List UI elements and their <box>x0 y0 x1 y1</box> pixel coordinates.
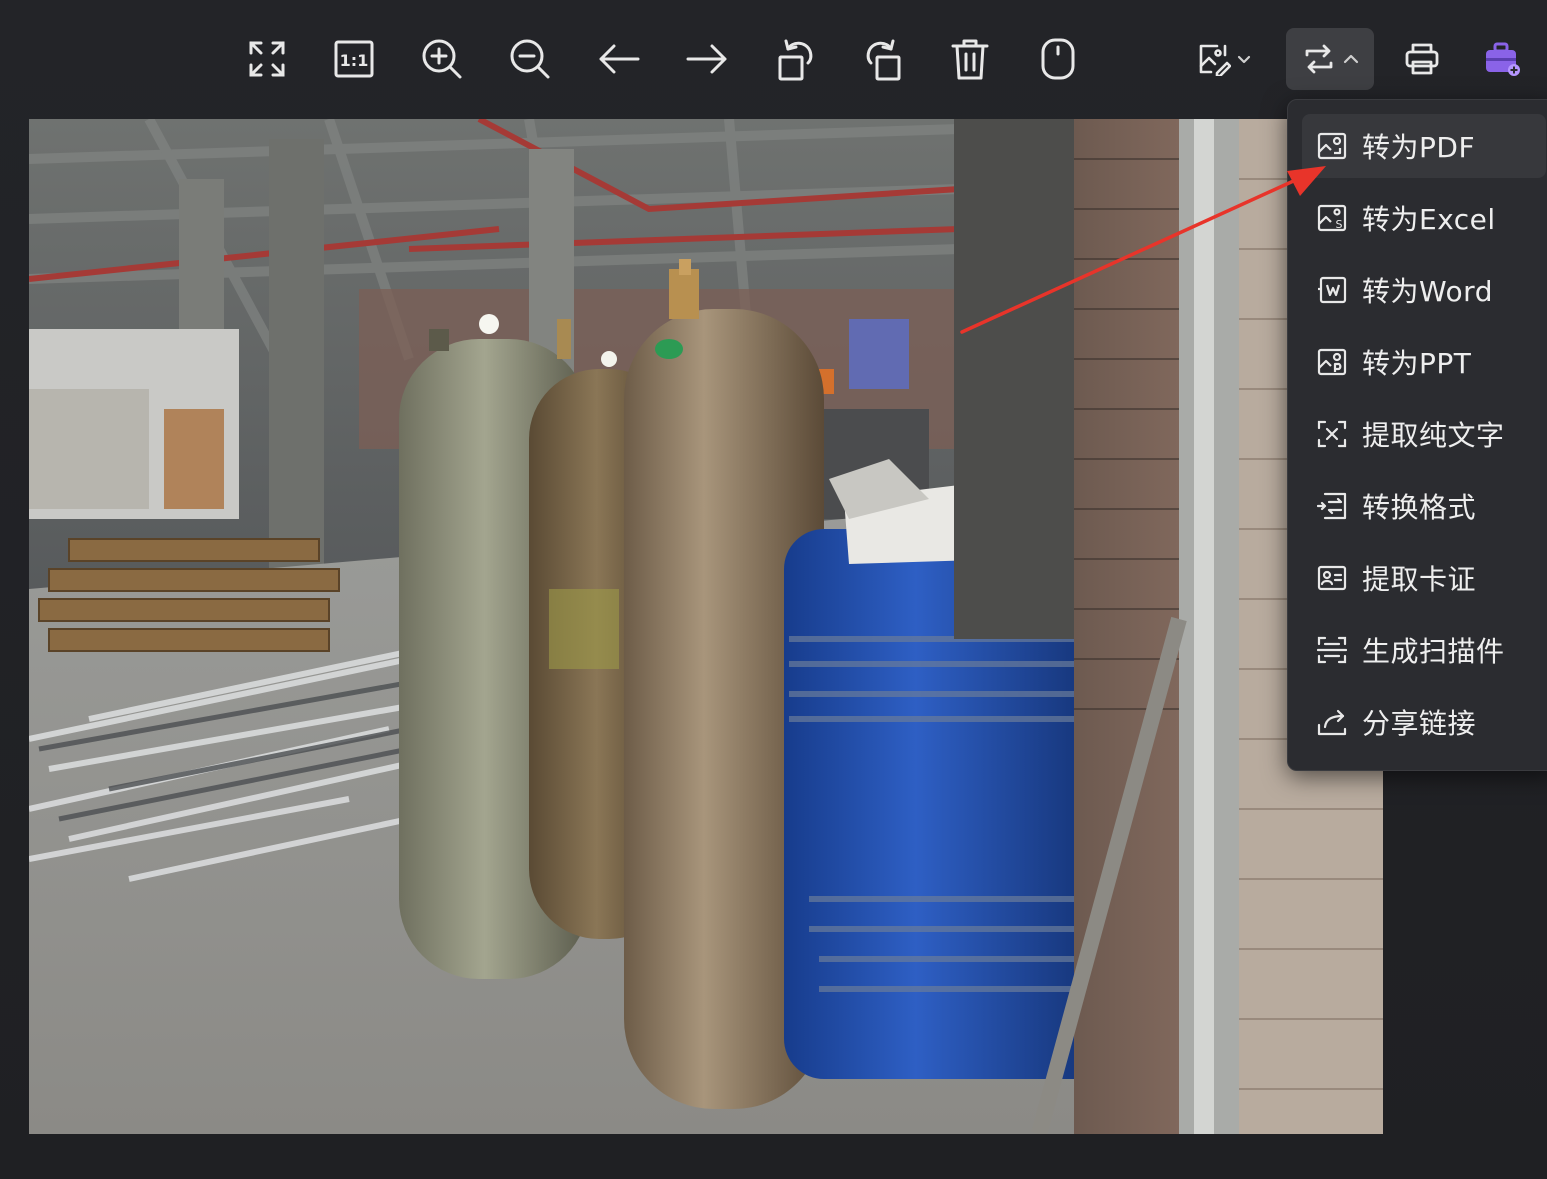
print-button[interactable] <box>1396 32 1448 86</box>
convert-menu: 转为PDF S 转为Excel 转为Word 转为PPT 提取纯文字 转换格式 … <box>1287 99 1547 771</box>
menu-item-label: 转为PDF <box>1362 131 1476 164</box>
zoom-out-button[interactable] <box>504 32 556 86</box>
menu-item-label: 转为PPT <box>1362 347 1472 380</box>
extract-text-icon <box>1316 418 1348 450</box>
previous-arrow-icon <box>599 44 640 74</box>
rotate-right-button[interactable] <box>857 32 909 86</box>
id-card-icon <box>1316 562 1348 594</box>
menu-item-to-excel[interactable]: S 转为Excel <box>1302 186 1546 250</box>
rotate-left-button[interactable] <box>770 32 822 86</box>
warehouse-photo <box>29 119 1383 1134</box>
svg-text:1:1: 1:1 <box>340 51 369 70</box>
menu-item-label: 提取卡证 <box>1362 563 1477 596</box>
mouse-icon <box>1041 38 1075 80</box>
photo-canvas[interactable] <box>29 119 1383 1134</box>
convert-button[interactable] <box>1286 28 1374 90</box>
menu-item-label: 生成扫描件 <box>1362 635 1505 668</box>
excel-image-icon: S <box>1316 202 1348 234</box>
next-arrow-icon <box>686 44 727 74</box>
convert-icon <box>1305 44 1333 74</box>
pdf-image-icon <box>1316 130 1348 162</box>
mouse-mode-button[interactable] <box>1032 32 1084 86</box>
menu-item-generate-scan[interactable]: 生成扫描件 <box>1302 618 1546 682</box>
previous-button[interactable] <box>593 32 645 86</box>
menu-item-to-pdf[interactable]: 转为PDF <box>1302 114 1546 178</box>
zoom-in-button[interactable] <box>416 32 468 86</box>
share-icon <box>1316 706 1348 738</box>
zoom-out-icon <box>510 39 550 79</box>
menu-item-extract-card[interactable]: 提取卡证 <box>1302 546 1546 610</box>
image-edit-button[interactable] <box>1192 32 1256 86</box>
zoom-in-icon <box>422 39 462 79</box>
convert-format-icon <box>1316 490 1348 522</box>
chevron-down-icon <box>1237 55 1251 64</box>
menu-item-to-ppt[interactable]: 转为PPT <box>1302 330 1546 394</box>
ppt-image-icon <box>1316 346 1348 378</box>
menu-item-label: 分享链接 <box>1362 707 1477 740</box>
fullscreen-button[interactable] <box>241 32 293 86</box>
printer-icon <box>1405 43 1439 75</box>
rotate-left-icon <box>778 39 813 81</box>
svg-text:S: S <box>1336 218 1343 231</box>
menu-item-to-word[interactable]: 转为Word <box>1302 258 1546 322</box>
menu-item-label: 转换格式 <box>1362 491 1477 524</box>
next-button[interactable] <box>681 32 733 86</box>
actual-size-button[interactable]: 1:1 <box>328 32 380 86</box>
rotate-right-icon <box>866 39 901 81</box>
fullscreen-icon <box>249 41 285 77</box>
image-edit-icon <box>1199 44 1231 76</box>
actual-size-icon: 1:1 <box>334 40 374 78</box>
delete-button[interactable] <box>944 32 996 86</box>
menu-item-share-link[interactable]: 分享链接 <box>1302 690 1546 754</box>
toolbox-button[interactable] <box>1476 32 1528 86</box>
scan-icon <box>1316 634 1348 666</box>
menu-item-label: 提取纯文字 <box>1362 419 1505 452</box>
menu-item-label: 转为Excel <box>1362 203 1496 236</box>
trash-icon <box>951 39 989 80</box>
toolbox-icon <box>1486 42 1520 76</box>
chevron-up-icon <box>1343 54 1359 64</box>
image-viewer: 1:1 转为PDF S 转为Excel 转为Word 转为PPT 提取纯文字 转… <box>0 0 1547 1179</box>
menu-item-extract-text[interactable]: 提取纯文字 <box>1302 402 1546 466</box>
menu-item-convert-format[interactable]: 转换格式 <box>1302 474 1546 538</box>
menu-item-label: 转为Word <box>1362 275 1493 308</box>
word-image-icon <box>1316 274 1348 306</box>
